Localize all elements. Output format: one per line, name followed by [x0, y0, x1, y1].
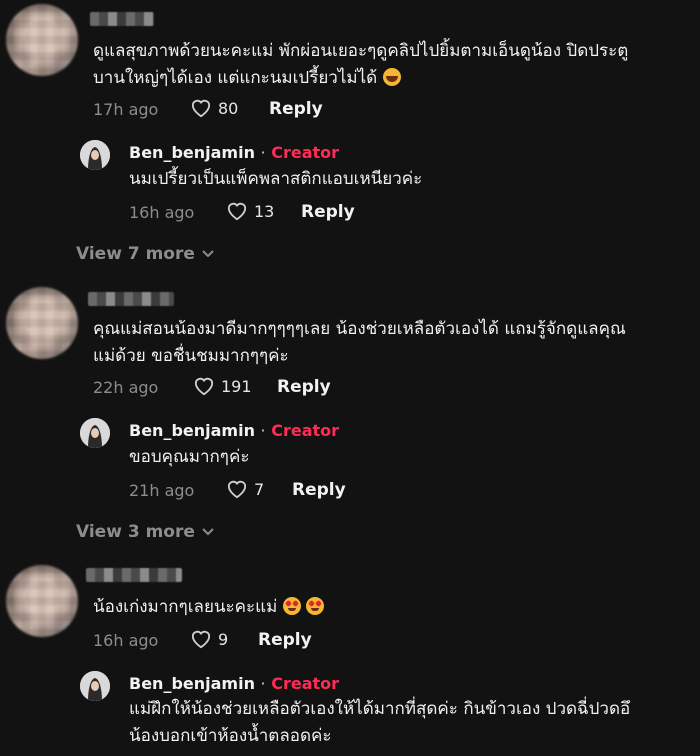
view-more-replies[interactable]: View 3 more — [76, 522, 215, 542]
commenter-avatar[interactable] — [6, 287, 78, 359]
like-count: 191 — [221, 376, 252, 396]
comment-text: น้องเก่งมากๆเลยนะคะแม่ — [93, 594, 325, 621]
comment-line: ดูแลสุขภาพด้วยนะคะแม่ พักผ่อนเยอะๆดูคลิป… — [93, 41, 629, 61]
commenter-name-blurred[interactable] — [90, 12, 154, 26]
commenter-avatar[interactable] — [6, 565, 78, 637]
like-button[interactable]: 80 — [190, 98, 238, 118]
like-button[interactable]: 13 — [226, 201, 274, 221]
heart-eyes-emoji-icon — [282, 597, 301, 615]
like-button[interactable]: 9 — [190, 629, 228, 649]
comment-time: 16h ago — [93, 631, 159, 650]
reply-line: แม่ฝึกให้น้องช่วยเหลือตัวเองให้ได้มากที่… — [129, 699, 631, 719]
creator-avatar[interactable] — [80, 140, 110, 170]
heart-icon — [227, 202, 247, 221]
view-more-label: View 7 more — [76, 244, 195, 264]
creator-badge: Creator — [271, 674, 340, 693]
creator-avatar[interactable] — [80, 418, 110, 448]
reply-button[interactable]: Reply — [301, 202, 355, 222]
like-count: 7 — [254, 479, 265, 499]
heart-eyes-emoji-icon — [306, 597, 325, 615]
reply-button[interactable]: Reply — [277, 377, 331, 397]
creator-username[interactable]: Ben_benjamin · Creator — [129, 421, 339, 440]
creator-badge: Creator — [271, 143, 340, 162]
username-text: Ben_benjamin — [129, 674, 255, 693]
reply-text: นมเปรี้ยวเป็นแพ็คพลาสติกแอบเหนียวค่ะ — [129, 169, 423, 189]
creator-avatar[interactable] — [80, 671, 110, 701]
fade-overlay — [0, 244, 14, 268]
heart-icon — [194, 377, 214, 396]
fade-overlay — [0, 522, 14, 546]
comment-line: แม่ด้วย ขอชื่นชมมากๆๆค่ะ — [93, 346, 289, 366]
chevron-down-icon — [202, 250, 214, 258]
like-count: 9 — [218, 629, 229, 649]
separator: · — [260, 143, 266, 162]
comment-text: คุณแม่สอนน้องมาดีมากๆๆๆๆเลย น้องช่วยเหลื… — [93, 316, 626, 370]
like-count: 13 — [254, 201, 275, 221]
chevron-down-icon — [202, 528, 214, 536]
heart-icon — [191, 99, 211, 118]
view-more-label: View 3 more — [76, 522, 195, 542]
username-text: Ben_benjamin — [129, 421, 255, 440]
creator-badge: Creator — [271, 421, 340, 440]
like-button[interactable]: 7 — [226, 479, 264, 499]
creator-username[interactable]: Ben_benjamin · Creator — [129, 143, 339, 162]
like-count: 80 — [218, 98, 239, 118]
laughing-emoji-icon — [382, 68, 401, 86]
separator: · — [260, 674, 266, 693]
reply-text: ขอบคุณมากๆค่ะ — [129, 447, 250, 467]
comment-line: น้องเก่งมากๆเลยนะคะแม่ — [93, 597, 278, 617]
reply-text: แม่ฝึกให้น้องช่วยเหลือตัวเองให้ได้มากที่… — [129, 696, 630, 750]
comment-text: ดูแลสุขภาพด้วยนะคะแม่ พักผ่อนเยอะๆดูคลิป… — [93, 38, 628, 92]
commenter-name-blurred[interactable] — [86, 568, 182, 582]
reply-button[interactable]: Reply — [269, 99, 323, 119]
creator-username[interactable]: Ben_benjamin · Creator — [129, 674, 339, 693]
reply-time: 21h ago — [129, 481, 195, 500]
like-button[interactable]: 191 — [193, 376, 252, 396]
reply-button[interactable]: Reply — [258, 630, 312, 650]
username-text: Ben_benjamin — [129, 143, 255, 162]
comment-time: 17h ago — [93, 100, 159, 119]
reply-time: 16h ago — [129, 203, 195, 222]
reply-button[interactable]: Reply — [292, 480, 346, 500]
separator: · — [260, 421, 266, 440]
commenter-name-blurred[interactable] — [88, 292, 174, 306]
comment-time: 22h ago — [93, 378, 159, 397]
view-more-replies[interactable]: View 7 more — [76, 244, 215, 264]
commenter-avatar[interactable] — [6, 4, 78, 76]
comment-line: คุณแม่สอนน้องมาดีมากๆๆๆๆเลย น้องช่วยเหลื… — [93, 319, 626, 339]
heart-icon — [191, 630, 211, 649]
heart-icon — [227, 480, 247, 499]
reply-line: น้องบอกเข้าห้องน้ำตลอดค่ะ — [129, 726, 332, 746]
comment-line: บานใหญ่ๆได้เอง แต่แกะนมเปรี้ยวไม่ได้ — [93, 68, 378, 88]
